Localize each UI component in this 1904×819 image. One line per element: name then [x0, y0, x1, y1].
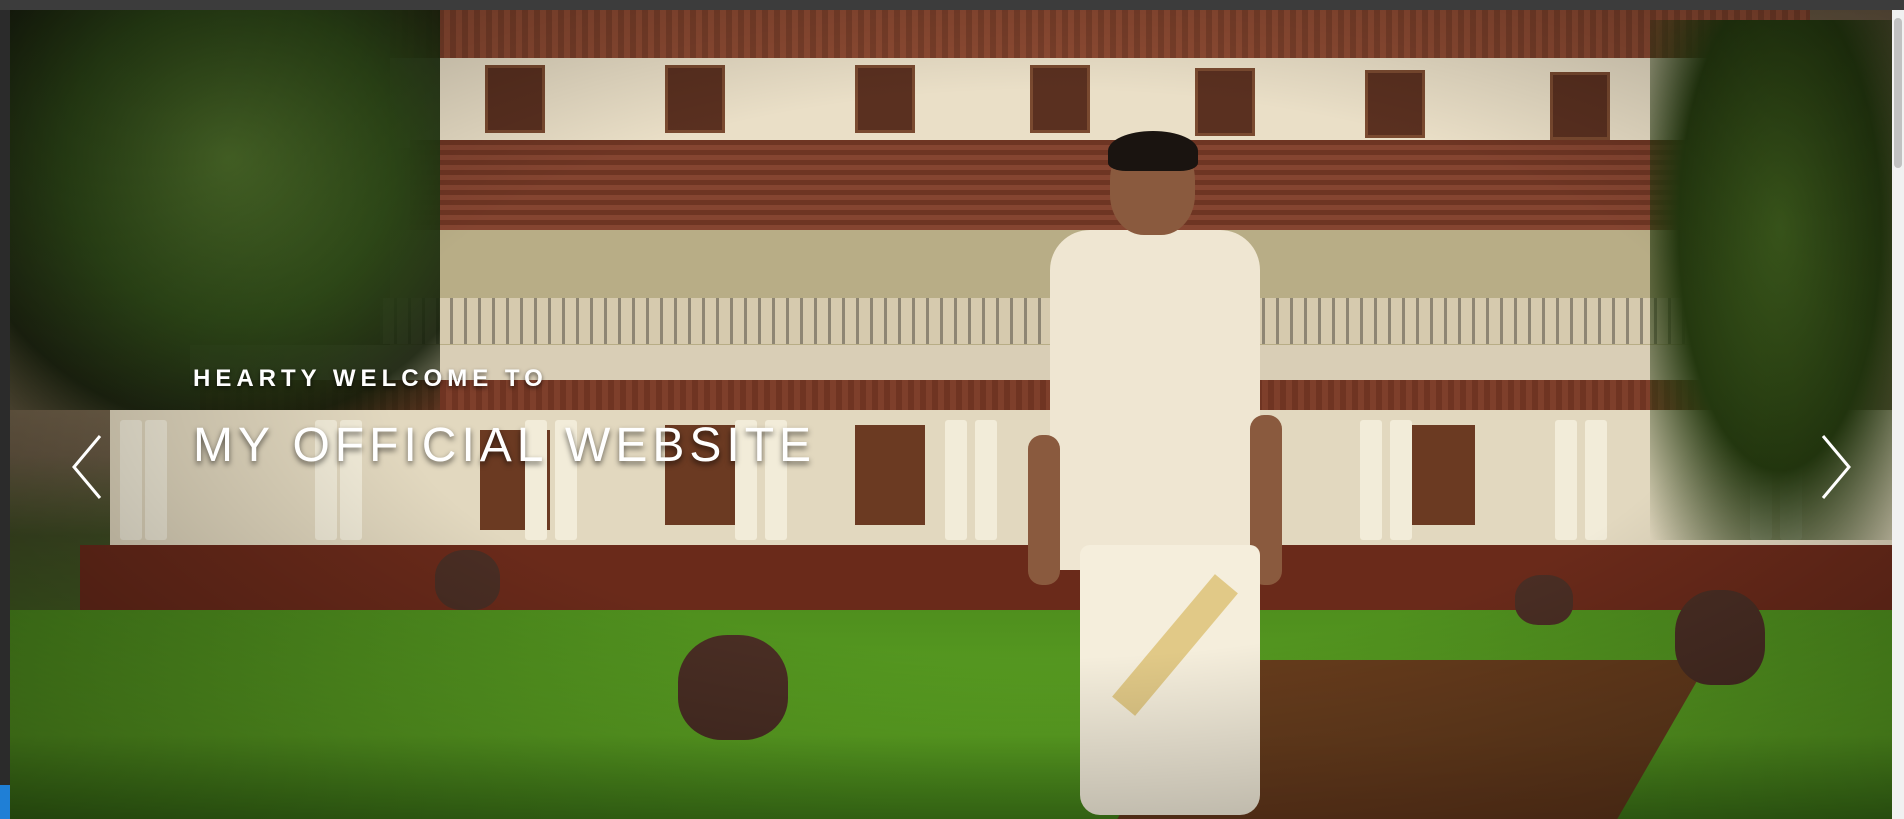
- browser-top-bar: [0, 0, 1904, 10]
- chevron-left-icon: [72, 435, 102, 499]
- hero-title: MY OFFICIAL WEBSITE: [193, 419, 817, 472]
- slider-next-button[interactable]: [1805, 427, 1865, 507]
- left-accent-strip: [0, 785, 10, 819]
- hero-subtitle: HEARTY WELCOME TO: [193, 365, 548, 392]
- page-scrollbar[interactable]: [1892, 10, 1904, 819]
- scrollbar-thumb[interactable]: [1894, 18, 1902, 168]
- left-edge-bar: [0, 10, 10, 819]
- chevron-right-icon: [1821, 435, 1851, 499]
- hero-slider: HEARTY WELCOME TO MY OFFICIAL WEBSITE: [10, 10, 1892, 819]
- slider-prev-button[interactable]: [58, 427, 118, 507]
